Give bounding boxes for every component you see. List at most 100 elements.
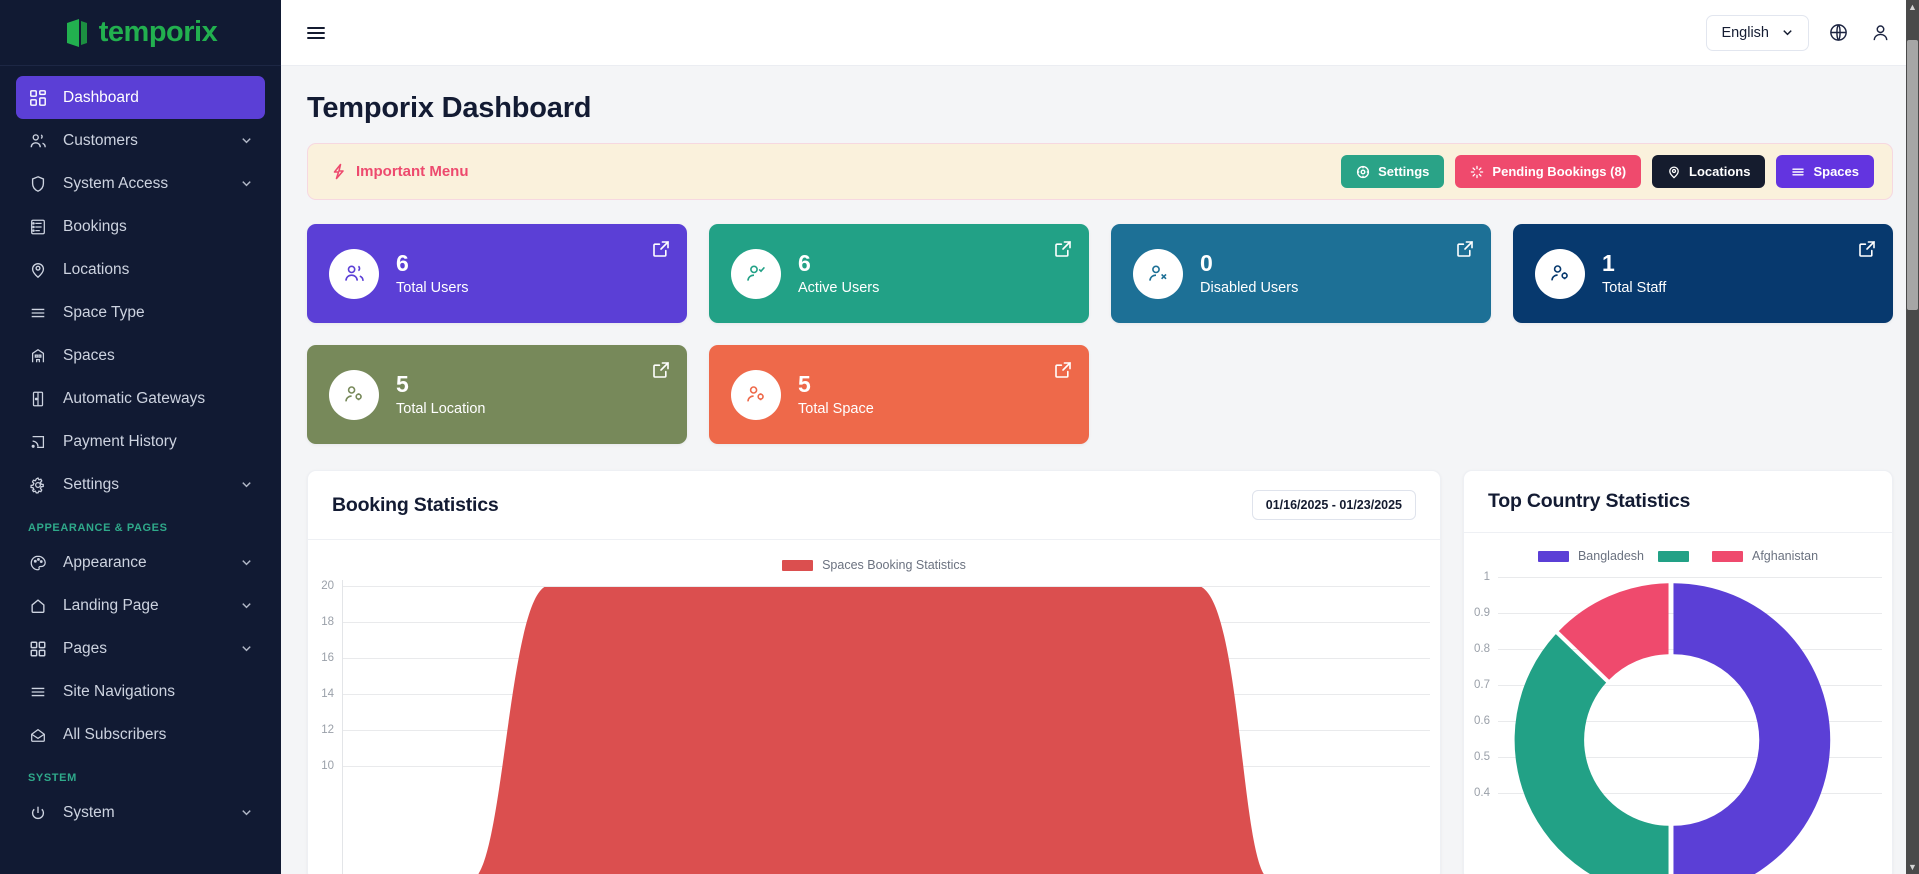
legend-swatch [782, 559, 814, 571]
users-icon [344, 265, 364, 281]
booking-statistics-title: Booking Statistics [332, 493, 499, 516]
envelope-icon [28, 725, 48, 745]
stat-card-total-staff[interactable]: 1 Total Staff [1513, 224, 1893, 323]
page-scrollbar[interactable]: ▲ ▼ [1906, 0, 1919, 874]
stat-label: Active Users [798, 280, 880, 297]
sidebar-item-landing-page[interactable]: Landing Page [16, 584, 265, 627]
booking-chart-yaxis: 20 18 16 14 12 10 [308, 580, 340, 874]
receipt-icon [28, 432, 48, 452]
stat-card-total-location[interactable]: 5 Total Location [307, 345, 687, 444]
stat-text: 6 Total Users [396, 250, 469, 297]
legend-item[interactable]: Spaces Booking Statistics [782, 558, 966, 572]
sidebar-item-settings[interactable]: Settings [16, 463, 265, 506]
y-tick: 1 [1483, 571, 1490, 583]
sidebar-nav: Dashboard Customers System Access Bookin… [0, 66, 281, 874]
sidebar-item-pages[interactable]: Pages [16, 627, 265, 670]
sidebar-item-locations[interactable]: Locations [16, 248, 265, 291]
page-content: Temporix Dashboard Important Menu Settin… [281, 66, 1919, 874]
external-link-icon[interactable] [652, 361, 670, 379]
legend-swatch [1537, 550, 1569, 562]
topbar: English [281, 0, 1919, 66]
stat-card-total-space[interactable]: 5 Total Space [709, 345, 1089, 444]
sidebar-item-appearance[interactable]: Appearance [16, 541, 265, 584]
sidebar-item-customers[interactable]: Customers [16, 119, 265, 162]
sidebar-item-system-access[interactable]: System Access [16, 162, 265, 205]
sidebar-item-all-subscribers[interactable]: All Subscribers [16, 713, 265, 756]
avatar [731, 369, 781, 420]
external-link-icon[interactable] [1054, 240, 1072, 258]
booking-area-chart: 20 18 16 14 12 10 [308, 580, 1440, 874]
stat-label: Total Staff [1602, 280, 1667, 297]
stat-label: Disabled Users [1200, 280, 1299, 297]
stat-text: 0 Disabled Users [1200, 250, 1299, 297]
sidebar-item-automatic-gateways[interactable]: Automatic Gateways [16, 377, 265, 420]
brand-logo[interactable]: temporix [0, 0, 281, 66]
chevron-down-icon [239, 642, 253, 656]
locations-button-label: Locations [1689, 164, 1751, 179]
sidebar-item-payment-history[interactable]: Payment History [16, 420, 265, 463]
external-link-icon[interactable] [1858, 240, 1876, 258]
external-link-icon[interactable] [1054, 361, 1072, 379]
sidebar-item-label: Bookings [63, 217, 127, 235]
language-selector[interactable]: English [1706, 14, 1809, 51]
globe-icon[interactable] [1825, 20, 1851, 46]
menu-icon [28, 682, 48, 702]
stat-card-total-users[interactable]: 6 Total Users [307, 224, 687, 323]
user-icon[interactable] [1867, 20, 1893, 46]
sidebar-section-system: System [28, 772, 77, 784]
country-statistics-panel: Top Country Statistics Bangladesh Afghan… [1463, 470, 1893, 874]
bolt-icon [330, 163, 347, 180]
spaces-button[interactable]: Spaces [1776, 155, 1874, 188]
stat-card-disabled-users[interactable]: 0 Disabled Users [1111, 224, 1491, 323]
sidebar-item-label: Customers [63, 131, 138, 149]
menu-icon [1792, 168, 1805, 175]
country-chart-yaxis: 1 0.9 0.8 0.7 0.6 0.5 0.4 [1464, 571, 1496, 871]
legend-item[interactable] [1658, 550, 1698, 562]
important-menu-bar: Important Menu Settings Pending Bookings… [307, 143, 1893, 200]
stat-card-active-users[interactable]: 6 Active Users [709, 224, 1089, 323]
stat-cards-grid: 6 Total Users 6 Active Users 0 Disabled … [307, 224, 1893, 444]
y-tick: 0.6 [1474, 715, 1490, 727]
stat-value: 5 [396, 370, 409, 397]
sidebar-item-dashboard[interactable]: Dashboard [16, 76, 265, 119]
sidebar-item-space-type[interactable]: Space Type [16, 291, 265, 334]
list-icon [28, 217, 48, 237]
sidebar-item-spaces[interactable]: Spaces [16, 334, 265, 377]
chevron-down-icon[interactable]: ▼ [1906, 860, 1919, 874]
legend-swatch [1712, 550, 1743, 562]
legend-item[interactable]: Bangladesh [1537, 549, 1644, 563]
sidebar-item-label: Locations [63, 260, 130, 278]
external-link-icon[interactable] [1456, 240, 1474, 258]
chevron-down-icon [239, 478, 253, 492]
app-root: temporix Dashboard Customers System Acce… [0, 0, 1919, 874]
legend-swatch [1658, 550, 1689, 562]
y-tick: 20 [321, 580, 334, 592]
locations-button[interactable]: Locations [1652, 155, 1766, 188]
shield-icon [28, 174, 48, 194]
building-icon [28, 346, 48, 366]
temporix-logo-icon [66, 18, 87, 47]
main-area: English Temporix Dashboard Important Men… [281, 0, 1919, 874]
chevron-up-icon[interactable]: ▲ [1906, 0, 1919, 14]
sidebar-item-site-navigations[interactable]: Site Navigations [16, 670, 265, 713]
sidebar-item-label: Site Navigations [63, 682, 176, 700]
sidebar-item-system[interactable]: System [16, 791, 265, 834]
avatar [329, 369, 379, 420]
external-link-icon[interactable] [652, 240, 670, 258]
user-gear-icon [746, 386, 764, 402]
sidebar-item-label: Dashboard [63, 88, 139, 106]
pending-bookings-button[interactable]: Pending Bookings (8) [1455, 155, 1642, 188]
hamburger-icon[interactable] [303, 20, 329, 46]
date-range-picker[interactable]: 01/16/2025 - 01/23/2025 [1251, 490, 1416, 520]
sidebar-item-bookings[interactable]: Bookings [16, 205, 265, 248]
legend-item[interactable]: Afghanistan [1712, 549, 1818, 563]
legend-label: Afghanistan [1752, 549, 1819, 563]
charts-row: Booking Statistics 01/16/2025 - 01/23/20… [307, 470, 1893, 874]
scrollbar-thumb[interactable] [1907, 40, 1918, 310]
home-icon [28, 596, 48, 616]
pin-user-icon [1669, 165, 1679, 178]
sidebar-item-label: Space Type [63, 303, 145, 321]
settings-button[interactable]: Settings [1341, 155, 1445, 188]
chevron-down-icon [239, 806, 253, 820]
sidebar-item-label: Payment History [63, 432, 177, 450]
